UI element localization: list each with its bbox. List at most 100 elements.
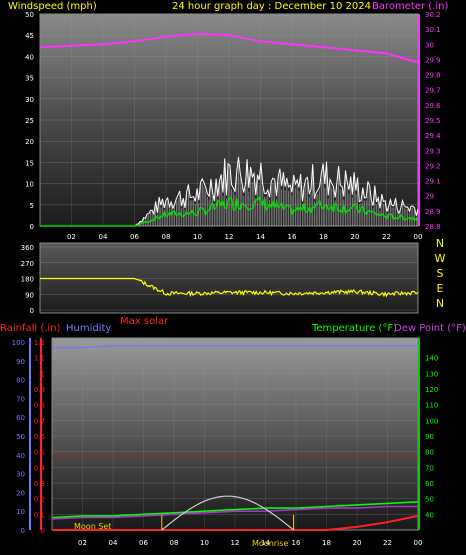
moon-rise-label: Moonrise: [252, 539, 288, 548]
rain-tick-label: 0.6: [34, 433, 46, 441]
baro-tick-label: 29.3: [425, 147, 441, 155]
compass-letter: S: [437, 267, 444, 280]
rain-tick-label: 0.4: [34, 464, 46, 472]
wind-time-label: 18: [319, 233, 328, 241]
lower-time-label: 18: [322, 539, 331, 547]
wind-time-label: 04: [99, 233, 108, 241]
temp-tick-label: 70: [425, 464, 434, 472]
rain-tick-label: 0.8: [34, 402, 45, 410]
temperature-title: Temperature (°F): [311, 323, 397, 334]
moon-set-label: Moon Set: [74, 522, 111, 531]
lower-time-label: 00: [414, 539, 423, 547]
humidity-tick-label: 60: [16, 414, 25, 422]
humidity-tick-label: 70: [16, 395, 25, 403]
direction-tick-label: 360: [21, 244, 34, 252]
temp-tick-label: 50: [425, 496, 434, 504]
graph-title: 24 hour graph day : December 10 2024: [172, 1, 371, 12]
direction-tick-label: 270: [21, 260, 34, 268]
wind-tick-label: 10: [25, 181, 34, 189]
baro-tick-label: 30.1: [425, 26, 441, 34]
baro-tick-label: 28.8: [425, 223, 441, 231]
lower-time-label: 04: [109, 539, 118, 547]
humidity-title: Humidity: [66, 323, 111, 334]
temp-tick-label: 120: [425, 386, 438, 394]
compass-letter: N: [436, 297, 444, 310]
rain-tick-label: 0.7: [34, 417, 45, 425]
humidity-tick-label: 90: [16, 358, 25, 366]
temp-tick-label: 60: [425, 480, 434, 488]
temp-tick-label: 80: [425, 449, 434, 457]
wind-time-label: 02: [67, 233, 76, 241]
wind-time-label: 00: [414, 233, 423, 241]
wind-tick-label: 35: [25, 75, 34, 83]
compass-labels: NWSEN: [435, 237, 446, 310]
wind-time-label: 16: [288, 233, 297, 241]
wind-tick-label: 20: [25, 138, 34, 146]
rain-tick-label: 0.9: [34, 386, 45, 394]
wind-tick-label: 25: [25, 117, 34, 125]
baro-tick-label: 29.6: [425, 102, 441, 110]
humidity-tick-label: 10: [16, 508, 25, 516]
humidity-tick-label: 0: [21, 527, 25, 535]
max-solar-title: Max solar: [120, 316, 169, 327]
wind-tick-label: 40: [25, 53, 34, 61]
lower-time-label: 12: [231, 539, 240, 547]
humidity-tick-label: 30: [16, 471, 25, 479]
rain-tick-label: 1.2: [34, 339, 45, 347]
baro-tick-label: 29.9: [425, 56, 441, 64]
lower-time-label: 06: [139, 539, 148, 547]
lower-time-label: 20: [353, 539, 362, 547]
lower-time-label: 02: [78, 539, 87, 547]
wind-tick-label: 50: [25, 11, 34, 19]
temp-tick-label: 110: [425, 402, 438, 410]
temp-tick-label: 130: [425, 370, 438, 378]
rain-tick-label: 0.3: [34, 480, 45, 488]
weather-graph: Windspeed (mph) 24 hour graph day : Dece…: [0, 0, 466, 555]
direction-tick-label: 90: [25, 291, 34, 299]
lower-time-label: 16: [292, 539, 301, 547]
graph-canvas: Windspeed (mph) 24 hour graph day : Dece…: [0, 1, 466, 548]
baro-tick-label: 29.1: [425, 178, 441, 186]
wind-time-label: 08: [162, 233, 171, 241]
humidity-tick-label: 40: [16, 452, 25, 460]
baro-tick-label: 30: [425, 41, 434, 49]
wind-tick-label: 15: [25, 159, 34, 167]
rain-tick-label: 0.1: [34, 511, 45, 519]
temp-tick-label: 140: [425, 355, 438, 363]
baro-tick-label: 29.8: [425, 72, 441, 80]
direction-tick-label: 180: [21, 276, 34, 284]
baro-tick-label: 28.9: [425, 208, 441, 216]
baro-tick-label: 29.4: [425, 132, 441, 140]
baro-tick-label: 29.7: [425, 87, 441, 95]
baro-tick-label: 29.5: [425, 117, 441, 125]
temp-tick-label: 40: [425, 511, 434, 519]
wind-time-label: 14: [256, 233, 265, 241]
compass-letter: E: [437, 282, 444, 295]
wind-tick-label: 30: [25, 96, 34, 104]
temp-tick-label: 90: [425, 433, 434, 441]
baro-tick-label: 29: [425, 193, 434, 201]
lower-time-label: 08: [170, 539, 179, 547]
compass-letter: W: [435, 252, 446, 265]
humidity-tick-label: 80: [16, 377, 25, 385]
wind-time-label: 12: [225, 233, 234, 241]
wind-time-label: 10: [193, 233, 202, 241]
windspeed-title: Windspeed (mph): [8, 1, 97, 12]
baro-tick-label: 29.2: [425, 162, 441, 170]
wind-time-label: 20: [351, 233, 360, 241]
wind-time-label: 06: [130, 233, 139, 241]
dewpoint-title: Dew Point (°F): [394, 323, 466, 334]
temp-tick-label: 100: [425, 417, 438, 425]
wind-tick-label: 0: [30, 223, 34, 231]
lower-time-label: 10: [200, 539, 209, 547]
humidity-tick-label: 50: [16, 433, 25, 441]
rain-tick-label: 0.2: [34, 496, 45, 504]
wind-tick-label: 5: [30, 202, 34, 210]
lower-time-label: 22: [383, 539, 392, 547]
baro-tick-label: 30.2: [425, 11, 441, 19]
wind-time-label: 22: [382, 233, 391, 241]
rainfall-title: Rainfall (.in): [0, 323, 61, 334]
humidity-tick-label: 20: [16, 489, 25, 497]
rain-tick-label: 1.1: [34, 355, 45, 363]
compass-letter: N: [436, 237, 444, 250]
